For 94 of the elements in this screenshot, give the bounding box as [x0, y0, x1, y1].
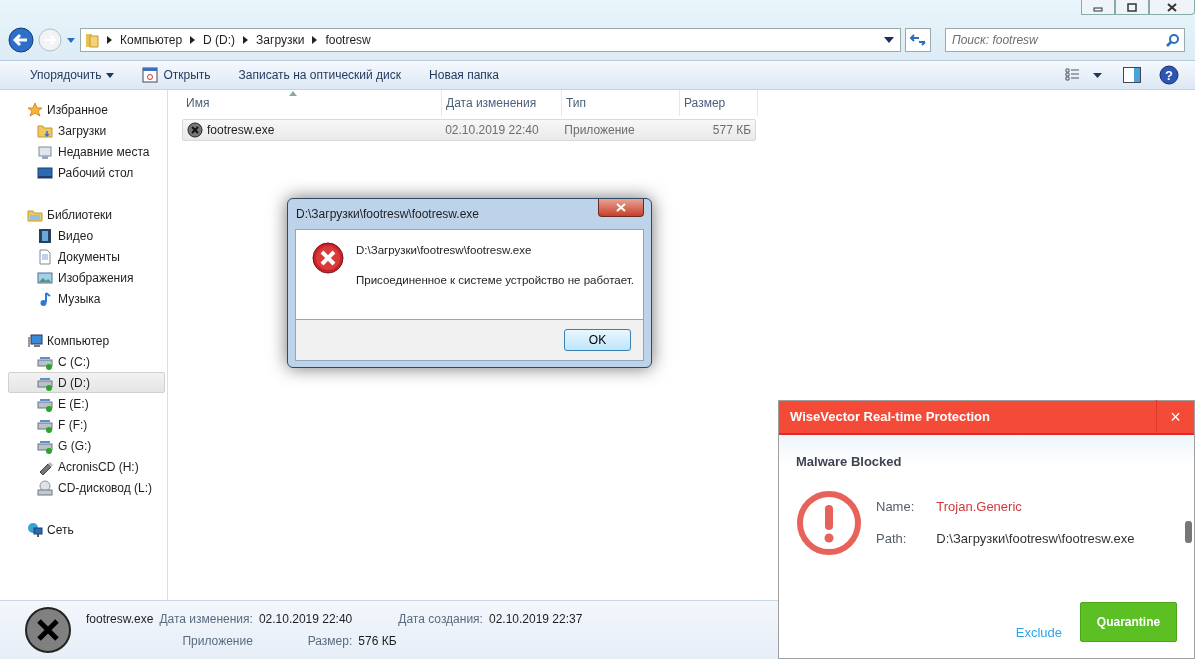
close-icon	[1166, 2, 1178, 12]
sidebar-item[interactable]: Загрузки	[8, 120, 165, 141]
field-value: 02.10.2019 22:40	[258, 611, 353, 628]
sort-arrow-icon	[289, 91, 297, 96]
toolbar-button[interactable]: Новая папка	[415, 66, 513, 84]
sidebar-group[interactable]: Библиотеки	[47, 205, 112, 224]
breadcrumb[interactable]: Компьютер	[120, 31, 183, 49]
computer-icon	[27, 332, 43, 349]
cd-drive-icon	[37, 479, 53, 496]
dialog-title: D:\Загрузки\footresw\footresw.exe	[296, 206, 480, 223]
file-type: Приложение	[181, 633, 253, 650]
refresh-button[interactable]	[905, 28, 931, 52]
error-path: D:\Загрузки\footresw\footresw.exe	[356, 243, 533, 258]
scrollbar-thumb[interactable]	[1185, 521, 1192, 543]
blocked-file-icon	[24, 606, 72, 654]
image-icon	[37, 269, 53, 286]
sidebar-item[interactable]: C (C:)	[8, 351, 165, 372]
file-row[interactable]: footresw.exe 02.10.2019 22:40 Приложение 577 КБ	[182, 119, 756, 141]
minimize-button[interactable]	[1081, 0, 1115, 15]
table-cell-text: Приложение	[563, 122, 636, 139]
folder-icon	[37, 122, 53, 139]
history-dropdown-icon[interactable]	[66, 36, 76, 44]
monitor-icon	[37, 164, 53, 181]
toolbar-button[interactable]: Упорядочить	[16, 66, 129, 84]
chevron-icon	[107, 36, 112, 44]
close-icon	[616, 203, 626, 212]
back-button[interactable]	[8, 27, 34, 53]
column-header[interactable]: Имя	[182, 90, 442, 116]
sidebar-item[interactable]: AcronisCD (H:)	[8, 456, 165, 477]
maximize-icon	[1126, 2, 1138, 12]
sidebar-item[interactable]: F (F:)	[8, 414, 165, 435]
field-value: 02.10.2019 22:37	[488, 611, 583, 628]
recent-places-icon	[37, 143, 53, 160]
file-name: footresw.exe	[86, 611, 154, 628]
document-icon	[37, 248, 53, 265]
film-icon	[37, 227, 53, 244]
close-button[interactable]	[1149, 0, 1195, 15]
table-cell-text: 577 КБ	[711, 122, 752, 139]
field-value: Trojan.Generic	[936, 497, 1023, 516]
preview-pane-button[interactable]	[1123, 67, 1141, 83]
breadcrumb[interactable]: Загрузки	[256, 31, 305, 49]
breadcrumb[interactable]: footresw	[325, 31, 371, 49]
star-icon	[27, 101, 43, 118]
sidebar-item[interactable]: Музыка	[8, 288, 165, 309]
column-header[interactable]: Дата изменения	[442, 90, 562, 116]
sidebar-item[interactable]: Недавние места	[8, 141, 165, 162]
field-label: Дата создания:	[397, 611, 483, 628]
chevron-icon	[243, 36, 249, 44]
toolbar-button[interactable]: Записать на оптический диск	[224, 66, 416, 84]
sidebar-item[interactable]: Изображения	[8, 267, 165, 288]
close-button[interactable]: ×	[1156, 400, 1194, 434]
breadcrumb[interactable]: D (D:)	[203, 31, 236, 49]
field-label: Path:	[876, 530, 908, 548]
notification-title: WiseVector Real-time Protection	[790, 408, 990, 427]
field-label: Name:	[876, 497, 915, 516]
error-message: Присоединенное к системе устройство не работает.	[356, 273, 634, 289]
sidebar-group[interactable]: Компьютер	[47, 331, 110, 350]
notification-heading: Malware Blocked	[796, 453, 903, 471]
dropdown-icon[interactable]	[884, 37, 894, 43]
close-button[interactable]	[598, 199, 644, 217]
file-name: footresw.exe	[207, 122, 275, 139]
sidebar-item[interactable]: E (E:)	[8, 393, 165, 414]
error-icon	[312, 242, 344, 274]
sidebar-group[interactable]: Избранное	[47, 100, 108, 119]
caret-icon	[106, 72, 115, 78]
sidebar-item[interactable]: G (G:)	[8, 435, 165, 456]
help-button[interactable]: ?	[1159, 65, 1179, 85]
search-field[interactable]: Поиск: footresw	[945, 28, 1185, 52]
column-header[interactable]: Тип	[562, 90, 680, 116]
field-label: Размер:	[306, 633, 353, 650]
sidebar-item[interactable]: Видео	[8, 225, 165, 246]
blocked-file-icon	[187, 122, 203, 138]
window-icon	[142, 67, 159, 83]
field-value: D:\Загрузки\footresw\footresw.exe	[936, 530, 1135, 548]
table-cell-text: 02.10.2019 22:40	[444, 122, 540, 139]
sidebar-item[interactable]: Документы	[8, 246, 165, 267]
column-header[interactable]: Размер	[680, 90, 758, 116]
field-label: Дата изменения:	[159, 611, 253, 628]
warning-icon	[796, 489, 862, 556]
sidebar-item[interactable]: D (D:)	[8, 372, 165, 393]
maximize-button[interactable]	[1115, 0, 1149, 15]
sidebar-group[interactable]: Сеть	[47, 520, 74, 539]
view-options-button[interactable]	[1065, 68, 1105, 82]
search-icon	[1166, 33, 1180, 47]
sidebar-item[interactable]: Рабочий стол	[8, 162, 165, 183]
network-icon	[27, 521, 43, 538]
folder-icon	[85, 32, 99, 48]
chevron-icon	[190, 36, 196, 44]
chevron-icon	[312, 36, 318, 44]
toolbar-button[interactable]: Открыть	[128, 66, 225, 84]
address-bar[interactable]: Компьютер D (D:) Загрузки footresw	[80, 28, 901, 52]
field-value: 576 КБ	[358, 633, 398, 650]
sidebar-item[interactable]: CD-дисковод (L:)	[8, 477, 165, 498]
ok-button[interactable]: OK	[564, 329, 631, 351]
